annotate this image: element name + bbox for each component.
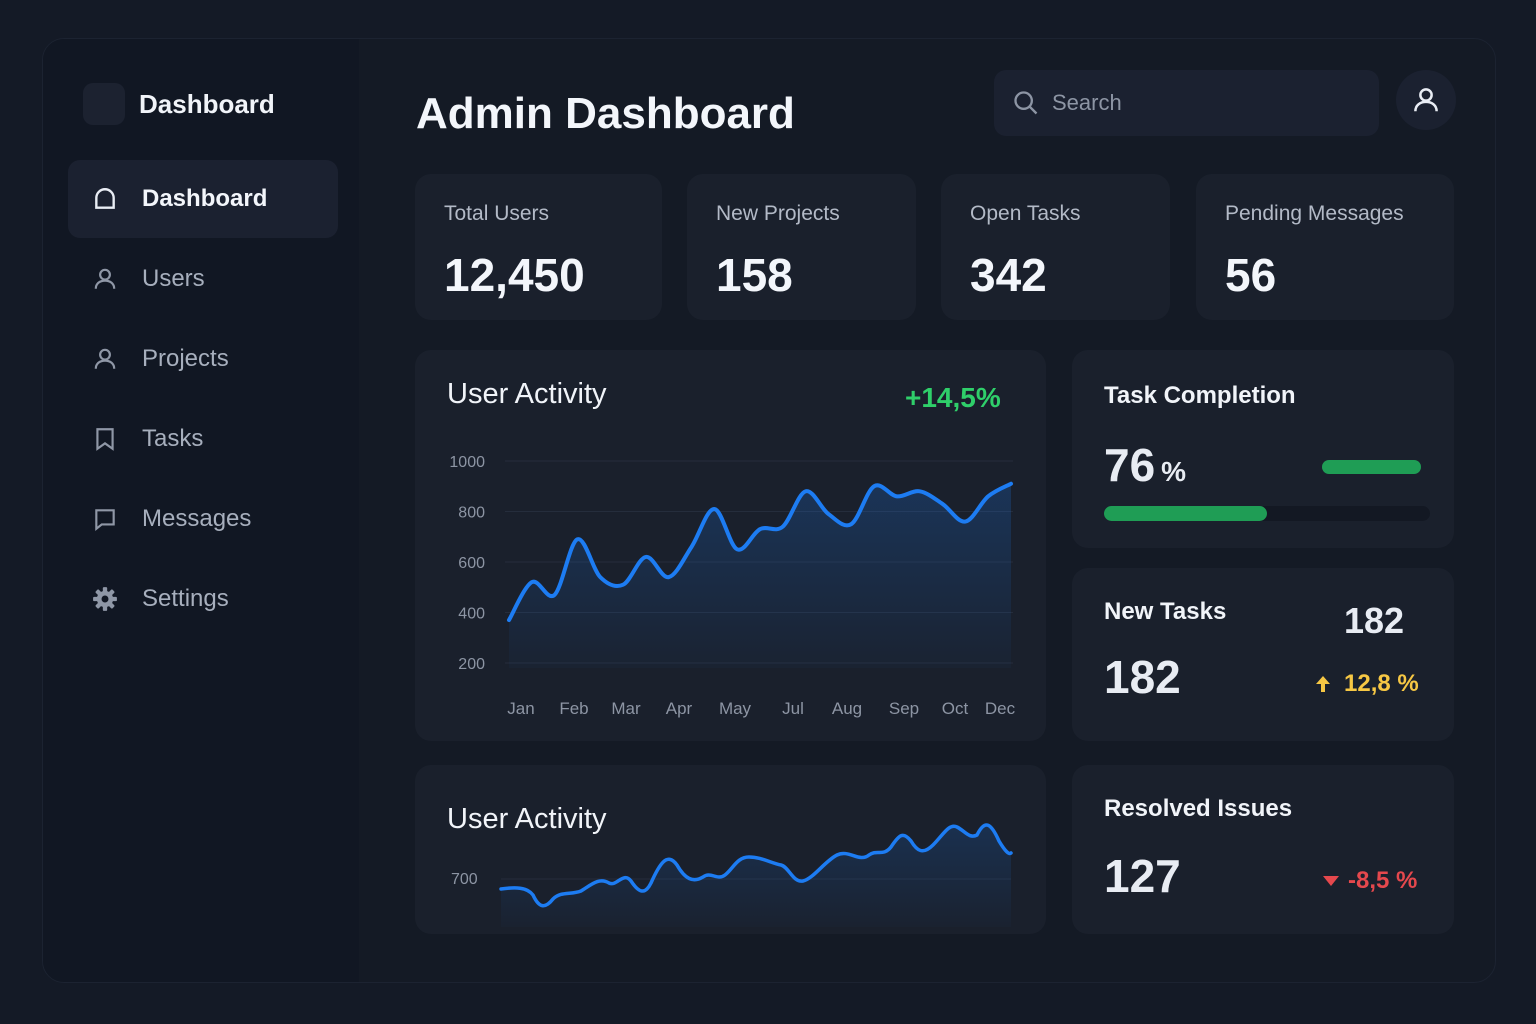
completion-value: 76% [1104,438,1186,492]
change-text: 12,8 % [1344,670,1419,697]
search-icon [1014,91,1038,115]
user-icon [92,346,118,372]
home-icon [92,186,118,212]
stat-value: 56 [1225,249,1277,301]
sparkline-area [501,824,1011,927]
x-tick-label: Feb [559,699,588,718]
resolved-value: 127 [1104,850,1181,902]
x-tick-label: Jan [507,699,534,718]
sidebar-item-label: Users [142,265,205,292]
sidebar: Dashboard Dashboard Users Projects Tasks… [43,39,359,982]
user-icon [92,266,118,292]
new-tasks-card: New Tasks 182 182 12,8 % [1072,568,1454,741]
message-icon [92,506,118,532]
change-text: -8,5 % [1348,867,1418,894]
x-tick-label: Jul [782,699,804,718]
brand-name: Dashboard [139,88,275,119]
y-tick-label: 1000 [449,454,485,471]
sidebar-nav: Dashboard Users Projects Tasks Messages … [68,160,338,640]
user-activity-small-card: User Activity 700 [415,765,1046,934]
completion-unit: % [1161,456,1187,487]
x-tick-label: May [719,699,752,718]
brand[interactable]: Dashboard [83,83,275,125]
activity-chart: 1000 800 600 400 200 Jan Feb Mar Apr May Jul Aug Sep… [449,454,1016,718]
x-tick-label: Dec [985,699,1016,718]
y-tick-label: 600 [458,555,485,572]
resolved-issues-card: Resolved Issues 127 -8,5 % [1072,765,1454,934]
bookmark-icon [92,426,118,452]
y-tick-label: 200 [458,656,485,673]
gear-icon [92,586,118,612]
x-tick-label: Aug [832,699,862,718]
avatar[interactable] [1396,70,1456,130]
stat-label: Pending Messages [1225,202,1404,225]
user-icon [1414,88,1438,112]
sidebar-item-tasks[interactable]: Tasks [68,400,338,478]
arrow-up-icon [1316,676,1330,692]
sidebar-item-label: Settings [142,585,229,612]
sidebar-item-messages[interactable]: Messages [68,480,338,558]
dashboard-window: Dashboard Dashboard Users Projects Tasks… [42,38,1496,983]
x-tick-label: Mar [611,699,641,718]
new-tasks-change: 12,8 % [1314,670,1419,698]
panel-title: New Tasks [1104,598,1227,625]
resolved-change: -8,5 % [1322,867,1417,895]
task-completion-card: Task Completion 76% [1072,350,1454,548]
completion-progress-track [1104,506,1430,521]
sidebar-item-dashboard[interactable]: Dashboard [68,160,338,238]
search-input[interactable]: Search [994,70,1379,136]
x-tick-label: Apr [666,699,693,718]
new-tasks-value: 182 [1104,651,1181,703]
stat-label: Open Tasks [970,202,1081,225]
completion-progress-fill [1104,506,1267,521]
stat-label: New Projects [716,202,840,225]
panel-title: Resolved Issues [1104,795,1293,822]
stat-label: Total Users [444,202,550,225]
sidebar-item-projects[interactable]: Projects [68,320,338,398]
user-activity-card: User Activity +14,5% 1000 800 600 400 200 Jan… [415,350,1046,741]
stat-value: 158 [716,249,793,301]
sidebar-item-label: Messages [142,505,252,532]
completion-mini-bar [1322,460,1421,474]
logo [83,83,125,125]
y-tick-label: 400 [458,605,485,622]
sidebar-item-settings[interactable]: Settings [68,560,338,638]
new-tasks-secondary: 182 [1344,600,1405,641]
stat-value: 12,450 [444,249,585,301]
panel-title: Task Completion [1104,382,1296,409]
stat-card-total-users[interactable]: Total Users 12,450 [415,174,662,320]
sidebar-item-label: Dashboard [142,185,268,212]
x-tick-label: Oct [942,699,969,718]
stat-card-new-projects[interactable]: New Projects 158 [687,174,916,320]
sidebar-item-label: Projects [142,345,229,372]
x-tick-label: Sep [889,699,919,718]
search-placeholder: Search [1052,90,1122,115]
triangle-down-icon [1323,876,1339,886]
completion-number: 76 [1104,439,1156,491]
sidebar-item-label: Tasks [142,425,204,452]
stat-card-open-tasks[interactable]: Open Tasks 342 [941,174,1170,320]
y-tick-label: 800 [458,504,485,521]
page-title: Admin Dashboard [416,89,795,138]
activity-sparkline [499,823,1013,927]
stat-value: 342 [970,249,1047,301]
stat-card-pending-messages[interactable]: Pending Messages 56 [1196,174,1454,320]
sidebar-item-users[interactable]: Users [68,240,338,318]
